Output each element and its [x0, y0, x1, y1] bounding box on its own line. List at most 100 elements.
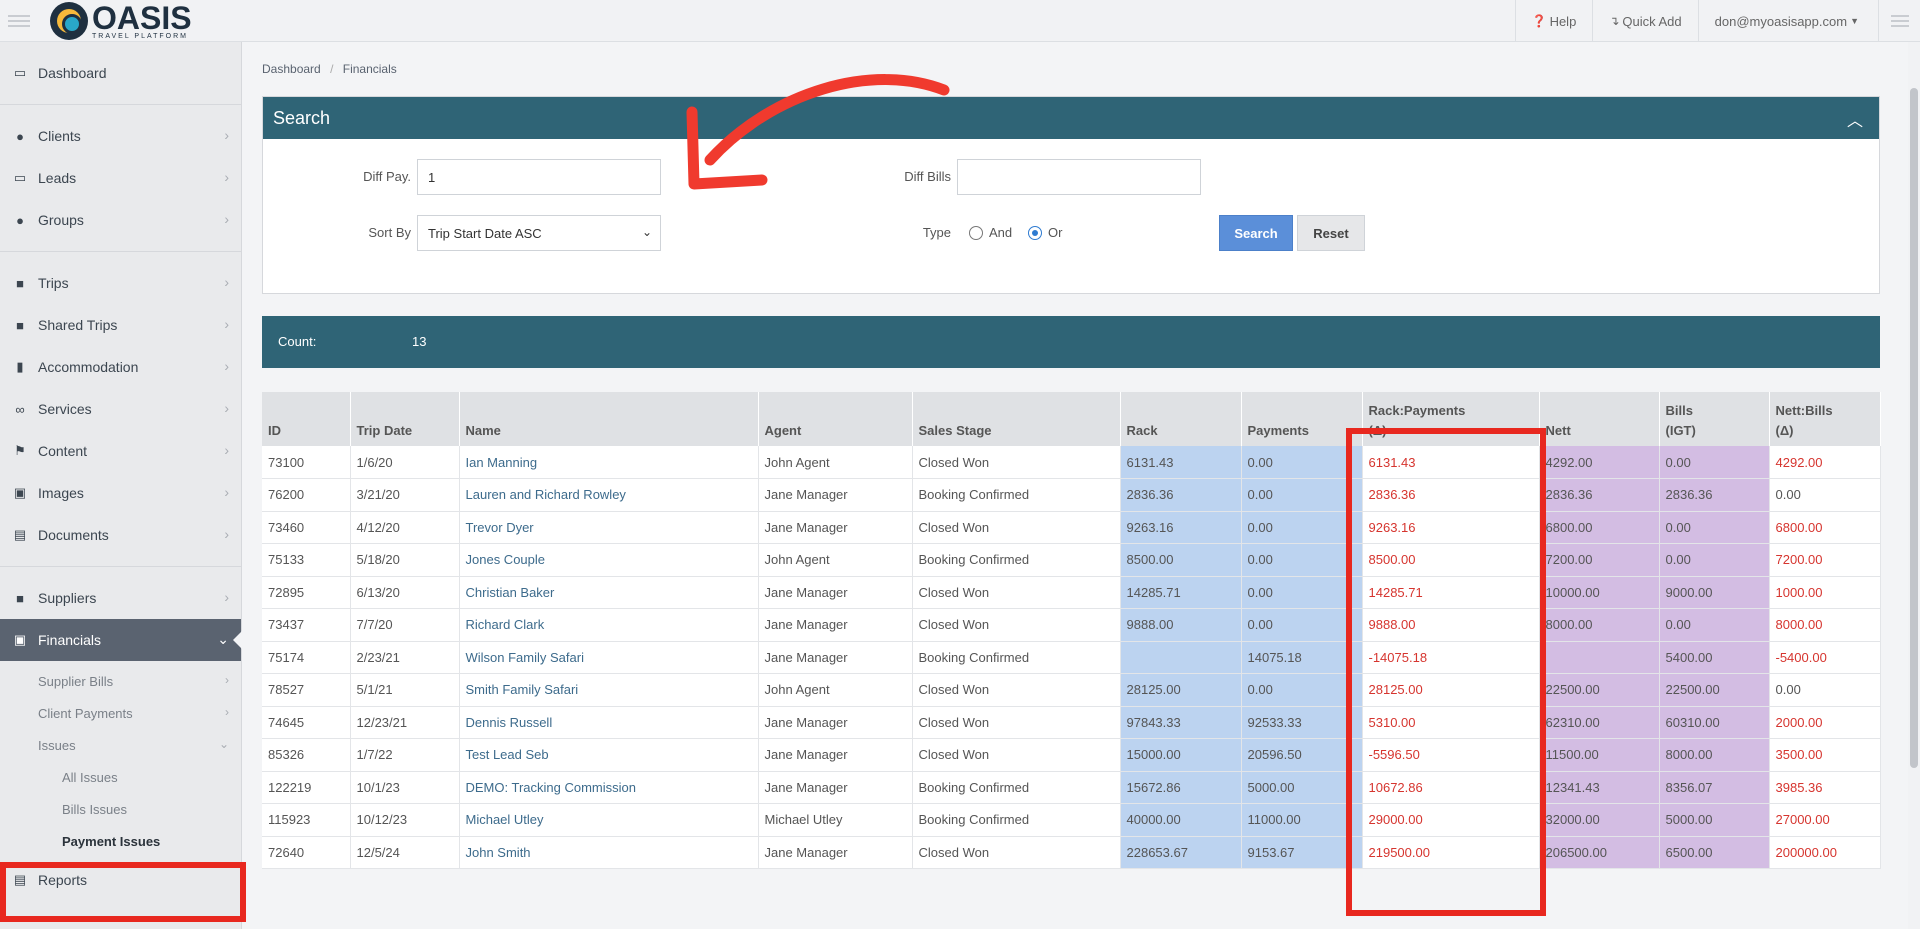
- cell-id[interactable]: 72895: [262, 576, 351, 609]
- sidebar-item-clients[interactable]: ● Clients ›: [0, 115, 241, 157]
- col-header-nett[interactable]: Nett: [1539, 392, 1660, 446]
- cell-bills: 9000.00: [1659, 576, 1770, 609]
- col-header-bills[interactable]: Bills (IGT): [1659, 392, 1770, 446]
- cell-id[interactable]: 73437: [262, 608, 351, 642]
- cell-payments: 5000.00: [1241, 771, 1363, 804]
- sidebar-subitem-all-issues[interactable]: All Issues: [0, 761, 241, 793]
- col-header-rack[interactable]: Rack: [1120, 392, 1242, 446]
- col-header-payments[interactable]: Payments: [1241, 392, 1363, 446]
- cell-id[interactable]: 115923: [262, 803, 351, 837]
- cell-agent: John Agent: [758, 543, 913, 577]
- sidebar-subitem-payment-issues[interactable]: Payment Issues: [0, 825, 241, 857]
- cell-sales-stage: Closed Won: [912, 511, 1121, 544]
- sort-by-select[interactable]: Trip Start Date ASC ⌄: [417, 215, 661, 251]
- search-button[interactable]: Search: [1219, 215, 1293, 251]
- cell-nett: 8000.00: [1539, 608, 1660, 642]
- cell-bills: 60310.00: [1659, 706, 1770, 739]
- cell-id[interactable]: 78527: [262, 673, 351, 707]
- table-row: 74645 12/23/21 Dennis Russell Jane Manager C…: [262, 706, 1881, 739]
- type-and-radio[interactable]: And: [969, 225, 1012, 240]
- sidebar-item-services[interactable]: ∞ Services ›: [0, 388, 241, 430]
- sidebar-item-content[interactable]: ⚑ Content ›: [0, 430, 241, 472]
- col-header-trip-date[interactable]: Trip Date: [350, 392, 460, 446]
- sidebar-subitem-supplier-bills[interactable]: Supplier Bills ›: [0, 665, 241, 697]
- scrollbar[interactable]: [1908, 42, 1920, 929]
- cell-id[interactable]: 73460: [262, 511, 351, 544]
- cell-name[interactable]: Smith Family Safari: [459, 673, 759, 707]
- menu-toggle-icon[interactable]: [8, 12, 30, 30]
- col-header-line: Rack:Payments: [1368, 403, 1466, 418]
- cell-name[interactable]: Wilson Family Safari: [459, 641, 759, 674]
- cell-name[interactable]: Christian Baker: [459, 576, 759, 609]
- chevron-up-icon[interactable]: ︿: [1847, 107, 1863, 131]
- cell-name[interactable]: Lauren and Richard Rowley: [459, 478, 759, 512]
- sidebar-item-trips[interactable]: ■ Trips ›: [0, 262, 241, 304]
- cell-id[interactable]: 76200: [262, 478, 351, 512]
- cell-id[interactable]: 85326: [262, 738, 351, 772]
- scrollbar-thumb[interactable]: [1910, 88, 1918, 768]
- logo[interactable]: OASIS TRAVEL PLATFORM: [50, 2, 192, 40]
- user-menu[interactable]: don@myoasisapp.com ▼: [1697, 0, 1878, 42]
- sidebar-subitem-client-payments[interactable]: Client Payments ›: [0, 697, 241, 729]
- breadcrumb-home[interactable]: Dashboard: [262, 62, 321, 76]
- chevron-right-icon: ›: [224, 484, 229, 500]
- cell-name[interactable]: Michael Utley: [459, 803, 759, 837]
- sidebar-item-groups[interactable]: ● Groups ›: [0, 199, 241, 241]
- right-panel-toggle-icon[interactable]: [1878, 0, 1920, 42]
- chevron-down-icon: ⌄: [641, 225, 652, 239]
- sidebar-subitem-issues[interactable]: Issues ⌄: [0, 729, 241, 761]
- sidebar-item-label: Trips: [38, 275, 69, 291]
- cell-agent: Jane Manager: [758, 576, 913, 609]
- cell-payments: 0.00: [1241, 576, 1363, 609]
- col-header-name[interactable]: Name: [459, 392, 759, 446]
- cell-name[interactable]: John Smith: [459, 836, 759, 869]
- cell-id[interactable]: 72640: [262, 836, 351, 869]
- col-header-nett-bills[interactable]: Nett:Bills (Δ): [1769, 392, 1881, 446]
- help-link[interactable]: ❓ Help: [1514, 0, 1593, 42]
- cell-payments: 14075.18: [1241, 641, 1363, 674]
- cell-rack-payments-delta: 14285.71: [1362, 576, 1540, 609]
- cell-nett: [1539, 641, 1660, 674]
- cell-id[interactable]: 74645: [262, 706, 351, 739]
- diff-bills-input[interactable]: [957, 159, 1201, 195]
- cell-sales-stage: Closed Won: [912, 608, 1121, 642]
- cell-name[interactable]: Jones Couple: [459, 543, 759, 577]
- cell-id[interactable]: 75133: [262, 543, 351, 577]
- cell-trip-date: 7/7/20: [350, 608, 460, 642]
- cell-id[interactable]: 75174: [262, 641, 351, 674]
- sidebar-item-images[interactable]: ▣ Images ›: [0, 472, 241, 514]
- reset-button[interactable]: Reset: [1297, 215, 1365, 251]
- cell-name[interactable]: DEMO: Tracking Commission: [459, 771, 759, 804]
- sidebar-item-accommodation[interactable]: ▮ Accommodation ›: [0, 346, 241, 388]
- quick-add-link[interactable]: ↴ Quick Add: [1592, 0, 1697, 42]
- chevron-right-icon: ›: [225, 705, 229, 719]
- col-header-agent[interactable]: Agent: [758, 392, 913, 446]
- sidebar-item-dashboard[interactable]: ▭ Dashboard: [0, 52, 241, 94]
- cell-name[interactable]: Dennis Russell: [459, 706, 759, 739]
- cell-bills: 8356.07: [1659, 771, 1770, 804]
- cell-rack-payments-delta: 219500.00: [1362, 836, 1540, 869]
- sidebar-item-leads[interactable]: ▭ Leads ›: [0, 157, 241, 199]
- cell-name[interactable]: Test Lead Seb: [459, 738, 759, 772]
- cell-nett: 62310.00: [1539, 706, 1660, 739]
- cell-trip-date: 6/13/20: [350, 576, 460, 609]
- col-header-id[interactable]: ID: [262, 392, 351, 446]
- search-panel-title: Search: [273, 107, 331, 128]
- sidebar-item-suppliers[interactable]: ■ Suppliers ›: [0, 577, 241, 619]
- cell-name[interactable]: Trevor Dyer: [459, 511, 759, 544]
- sidebar-item-shared-trips[interactable]: ■ Shared Trips ›: [0, 304, 241, 346]
- cell-id[interactable]: 73100: [262, 446, 351, 479]
- sidebar-subitem-bills-issues[interactable]: Bills Issues: [0, 793, 241, 825]
- cell-rack-payments-delta: -14075.18: [1362, 641, 1540, 674]
- sidebar-item-financials[interactable]: ▣ Financials ⌄: [0, 619, 242, 661]
- search-panel-header[interactable]: Search ︿: [263, 97, 1879, 139]
- sidebar-item-documents[interactable]: ▤ Documents ›: [0, 514, 241, 556]
- cell-name[interactable]: Richard Clark: [459, 608, 759, 642]
- type-or-radio[interactable]: Or: [1028, 225, 1062, 240]
- radio-checked-icon: [1028, 225, 1042, 240]
- cell-name[interactable]: Ian Manning: [459, 446, 759, 479]
- diff-pay-input[interactable]: [417, 159, 661, 195]
- col-header-sales-stage[interactable]: Sales Stage: [912, 392, 1121, 446]
- col-header-rack-payments[interactable]: Rack:Payments (Δ): [1362, 392, 1540, 446]
- cell-id[interactable]: 122219: [262, 771, 351, 804]
